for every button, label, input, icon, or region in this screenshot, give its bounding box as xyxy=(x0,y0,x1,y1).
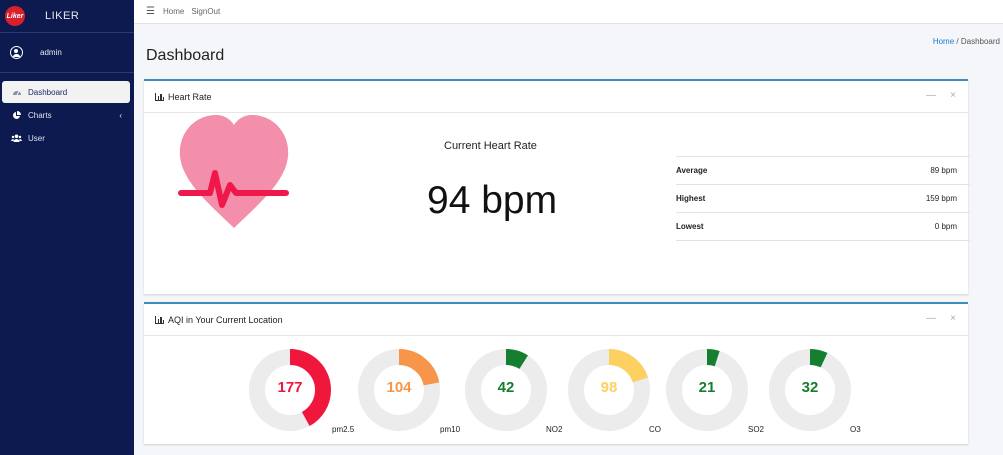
topbar-home-link[interactable]: Home xyxy=(163,7,184,16)
gauge-value: 21 xyxy=(698,379,716,396)
user-circle-icon xyxy=(10,46,23,59)
gauge-label: SO2 xyxy=(748,425,765,434)
breadcrumb-current: Dashboard xyxy=(960,37,1000,46)
stat-value: 159 bpm xyxy=(797,184,970,213)
gauge-label: O3 xyxy=(850,425,861,434)
sidebar-nav: Dashboard Charts ‹ User xyxy=(0,81,134,149)
card-title: AQI in Your Current Location xyxy=(168,314,283,325)
aqi-gauge: 42 xyxy=(464,348,548,432)
heart-icon xyxy=(178,115,290,232)
heart-rate-stats-table: Average 89 bpm Highest 159 bpm Lowest 0 … xyxy=(676,156,970,241)
aqi-gauge: 98 xyxy=(567,348,651,432)
topbar-signout-link[interactable]: SignOut xyxy=(191,7,220,16)
aqi-gauge: 104 xyxy=(357,348,441,432)
minimize-icon[interactable]: — xyxy=(926,313,936,324)
sidebar-item-user[interactable]: User xyxy=(2,127,130,149)
current-heart-rate-value: 94 bpm xyxy=(427,179,558,222)
card-header: AQI in Your Current Location — × xyxy=(144,304,968,336)
gauge-value: 177 xyxy=(277,379,303,396)
sidebar: Liker LIKER admin Dashboard Charts ‹ Use… xyxy=(0,0,134,455)
bar-chart-icon xyxy=(155,315,164,324)
stat-label: Lowest xyxy=(676,212,798,241)
topbar: ☰ Home SignOut xyxy=(134,0,1003,24)
brand-logo: Liker xyxy=(5,6,25,26)
dashboard-icon xyxy=(11,88,22,97)
stat-value: 89 bpm xyxy=(797,156,970,185)
aqi-gauge: 21 xyxy=(665,348,749,432)
aqi-gauge: 32 xyxy=(768,348,852,432)
page-title: Dashboard xyxy=(146,47,225,64)
gauge-label: pm10 xyxy=(440,425,461,434)
gauge-label: CO xyxy=(649,425,661,434)
close-icon[interactable]: × xyxy=(950,90,956,101)
minimize-icon[interactable]: — xyxy=(926,90,936,101)
chevron-left-icon: ‹ xyxy=(119,110,122,120)
current-heart-rate-label: Current Heart Rate xyxy=(444,140,537,152)
table-row: Average 89 bpm xyxy=(676,156,970,185)
users-icon xyxy=(11,134,22,143)
user-name: admin xyxy=(40,48,62,57)
aqi-card: AQI in Your Current Location — × 177 pm2.… xyxy=(144,302,968,444)
brand-name: LIKER xyxy=(45,10,80,22)
gauge-value: 42 xyxy=(497,379,515,396)
stat-label: Average xyxy=(676,156,798,185)
card-title: Heart Rate xyxy=(168,91,212,102)
table-row: Highest 159 bpm xyxy=(676,184,970,213)
gauge-value: 98 xyxy=(600,379,618,396)
brand[interactable]: Liker LIKER xyxy=(0,0,134,33)
sidebar-item-charts[interactable]: Charts ‹ xyxy=(2,104,130,126)
close-icon[interactable]: × xyxy=(950,313,956,324)
gauge-label: NO2 xyxy=(546,425,563,434)
aqi-gauge: 177 xyxy=(248,348,332,432)
sidebar-item-label: Dashboard xyxy=(28,87,68,97)
sidebar-item-label: Charts xyxy=(28,110,52,120)
pie-chart-icon xyxy=(11,110,22,120)
table-row: Lowest 0 bpm xyxy=(676,212,970,241)
sidebar-item-dashboard[interactable]: Dashboard xyxy=(2,81,130,103)
gauge-value: 32 xyxy=(801,379,819,396)
card-tools: — × xyxy=(926,313,956,324)
gauge-value: 104 xyxy=(386,379,412,396)
hamburger-menu-icon[interactable]: ☰ xyxy=(146,6,155,17)
gauge-label: pm2.5 xyxy=(332,425,355,434)
user-panel[interactable]: admin xyxy=(0,33,134,73)
stat-value: 0 bpm xyxy=(797,212,970,241)
aqi-gauges: 177 pm2.5 104 pm10 42 NO2 98 CO 21 SO2 32 O3 xyxy=(144,338,968,443)
card-header: Heart Rate — × xyxy=(144,81,968,113)
bar-chart-icon xyxy=(155,92,164,101)
card-tools: — × xyxy=(926,90,956,101)
heart-rate-card: Heart Rate — × Current Heart Rate 94 bpm… xyxy=(144,79,970,294)
breadcrumb-separator: / xyxy=(956,37,959,46)
breadcrumb: Home / Dashboard xyxy=(933,37,1000,46)
sidebar-item-label: User xyxy=(28,133,45,143)
stat-label: Highest xyxy=(676,184,798,213)
breadcrumb-home-link[interactable]: Home xyxy=(933,37,954,46)
